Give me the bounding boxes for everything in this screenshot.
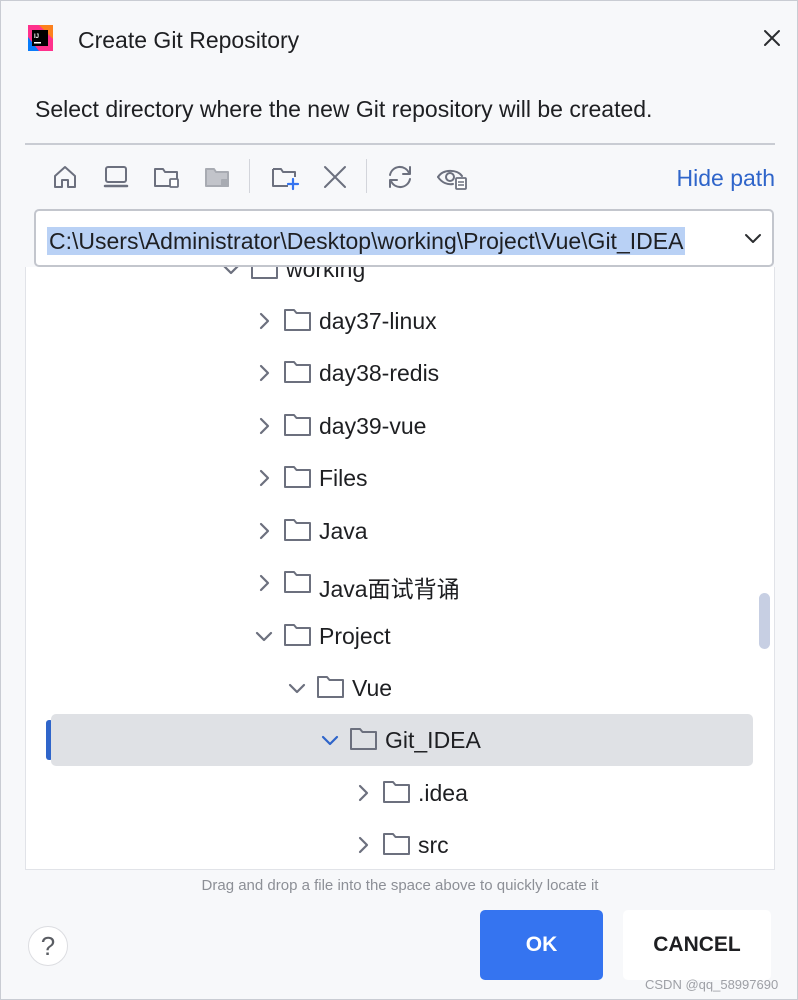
tree-item-label: Files — [319, 465, 368, 491]
home-button[interactable] — [47, 159, 83, 195]
tree-item-label: .idea — [418, 780, 468, 806]
divider — [25, 143, 775, 145]
tree-row[interactable]: Java — [26, 505, 756, 557]
path-combobox[interactable]: C:\Users\Administrator\Desktop\working\P… — [34, 209, 774, 267]
project-folder-icon — [154, 168, 179, 188]
help-button[interactable]: ? — [28, 926, 68, 966]
file-chooser-toolbar: Hide path — [25, 151, 775, 207]
tree-item-label: day39-vue — [319, 413, 427, 439]
tree-row[interactable]: .idea — [26, 767, 756, 819]
refresh-button[interactable] — [382, 159, 418, 195]
folder-icon — [284, 624, 311, 646]
chevron-right-icon[interactable] — [352, 782, 374, 804]
tree-row[interactable]: src — [26, 819, 756, 869]
folder-icon — [284, 309, 311, 331]
tree-item-label: Vue — [352, 675, 393, 701]
tree-item-label: working — [286, 267, 366, 282]
folder-icon — [284, 571, 311, 593]
tree-item-label: src — [418, 832, 449, 858]
ok-button[interactable]: OK — [480, 910, 603, 980]
module-folder-icon — [205, 168, 229, 187]
create-git-repository-dialog: IJ Create Git Repository Select director… — [0, 0, 798, 1000]
tree-row[interactable]: day37-linux — [26, 295, 756, 347]
tree-row[interactable]: Project — [26, 610, 756, 662]
chevron-down-icon[interactable] — [286, 677, 308, 699]
chevron-right-icon[interactable] — [253, 467, 275, 489]
tree-row[interactable]: day38-redis — [26, 347, 756, 399]
chevron-down-icon[interactable] — [740, 225, 766, 251]
chevron-down-icon[interactable] — [220, 267, 242, 280]
chevron-right-icon[interactable] — [253, 310, 275, 332]
delete-icon — [324, 166, 346, 188]
chevron-down-icon[interactable] — [253, 625, 275, 647]
intellij-app-icon: IJ — [28, 25, 53, 51]
watermark-text: CSDN @qq_58997690 — [645, 977, 779, 992]
tree-row[interactable]: day39-vue — [26, 400, 756, 452]
show-hidden-icon — [437, 169, 467, 190]
tree-row[interactable]: working — [26, 267, 756, 295]
refresh-icon — [389, 165, 411, 189]
dialog-description: Select directory where the new Git repos… — [35, 96, 653, 122]
chevron-right-icon[interactable] — [253, 415, 275, 437]
folder-icon — [383, 833, 410, 855]
drag-drop-hint: Drag and drop a file into the space abov… — [201, 877, 599, 894]
project-folder-button[interactable] — [149, 159, 185, 195]
chevron-right-icon[interactable] — [253, 572, 275, 594]
chevron-down-icon[interactable] — [319, 729, 341, 751]
path-input-value[interactable]: C:\Users\Administrator\Desktop\working\P… — [47, 227, 686, 255]
folder-icon — [284, 519, 311, 541]
chevron-right-icon[interactable] — [253, 362, 275, 384]
show-hidden-button[interactable] — [434, 159, 470, 195]
folder-icon — [383, 781, 410, 803]
tree-row[interactable]: Git_IDEA — [51, 714, 753, 766]
svg-text:IJ: IJ — [34, 34, 39, 40]
tree-item-label: Java面试背诵 — [319, 576, 460, 602]
tree-row[interactable]: Vue — [26, 662, 756, 714]
module-folder-button[interactable] — [200, 159, 236, 195]
dialog-title: Create Git Repository — [78, 27, 300, 53]
tree-row[interactable]: Files — [26, 452, 756, 504]
toolbar-separator — [366, 159, 367, 193]
chevron-right-icon[interactable] — [253, 520, 275, 542]
delete-button[interactable] — [317, 159, 353, 195]
tree-item-label: Java — [319, 518, 368, 544]
chevron-right-icon[interactable] — [352, 834, 374, 856]
tree-scrollbar-thumb[interactable] — [759, 593, 770, 649]
tree-row[interactable]: Java面试背诵 — [26, 557, 756, 609]
folder-icon — [284, 466, 311, 488]
desktop-button[interactable] — [98, 159, 134, 195]
title-bar: IJ Create Git Repository — [1, 1, 797, 79]
cancel-button[interactable]: CANCEL — [623, 910, 771, 980]
folder-icon — [350, 728, 377, 750]
folder-icon — [317, 676, 344, 698]
tree-item-label: day37-linux — [319, 308, 437, 334]
new-folder-icon — [272, 168, 300, 191]
tree-item-label: day38-redis — [319, 360, 440, 386]
directory-tree[interactable]: working day37-linux day38-redis day39-vue Fi… — [25, 267, 775, 870]
toolbar-separator — [249, 159, 250, 193]
folder-icon — [251, 267, 278, 279]
folder-icon — [284, 414, 311, 436]
tree-item-label: Project — [319, 623, 391, 649]
folder-icon — [284, 361, 311, 383]
close-icon[interactable] — [759, 25, 785, 51]
home-icon — [54, 166, 76, 188]
hide-path-link[interactable]: Hide path — [677, 165, 775, 192]
new-folder-button[interactable] — [267, 159, 303, 195]
tree-item-label: Git_IDEA — [385, 727, 481, 753]
desktop-icon — [103, 166, 129, 188]
